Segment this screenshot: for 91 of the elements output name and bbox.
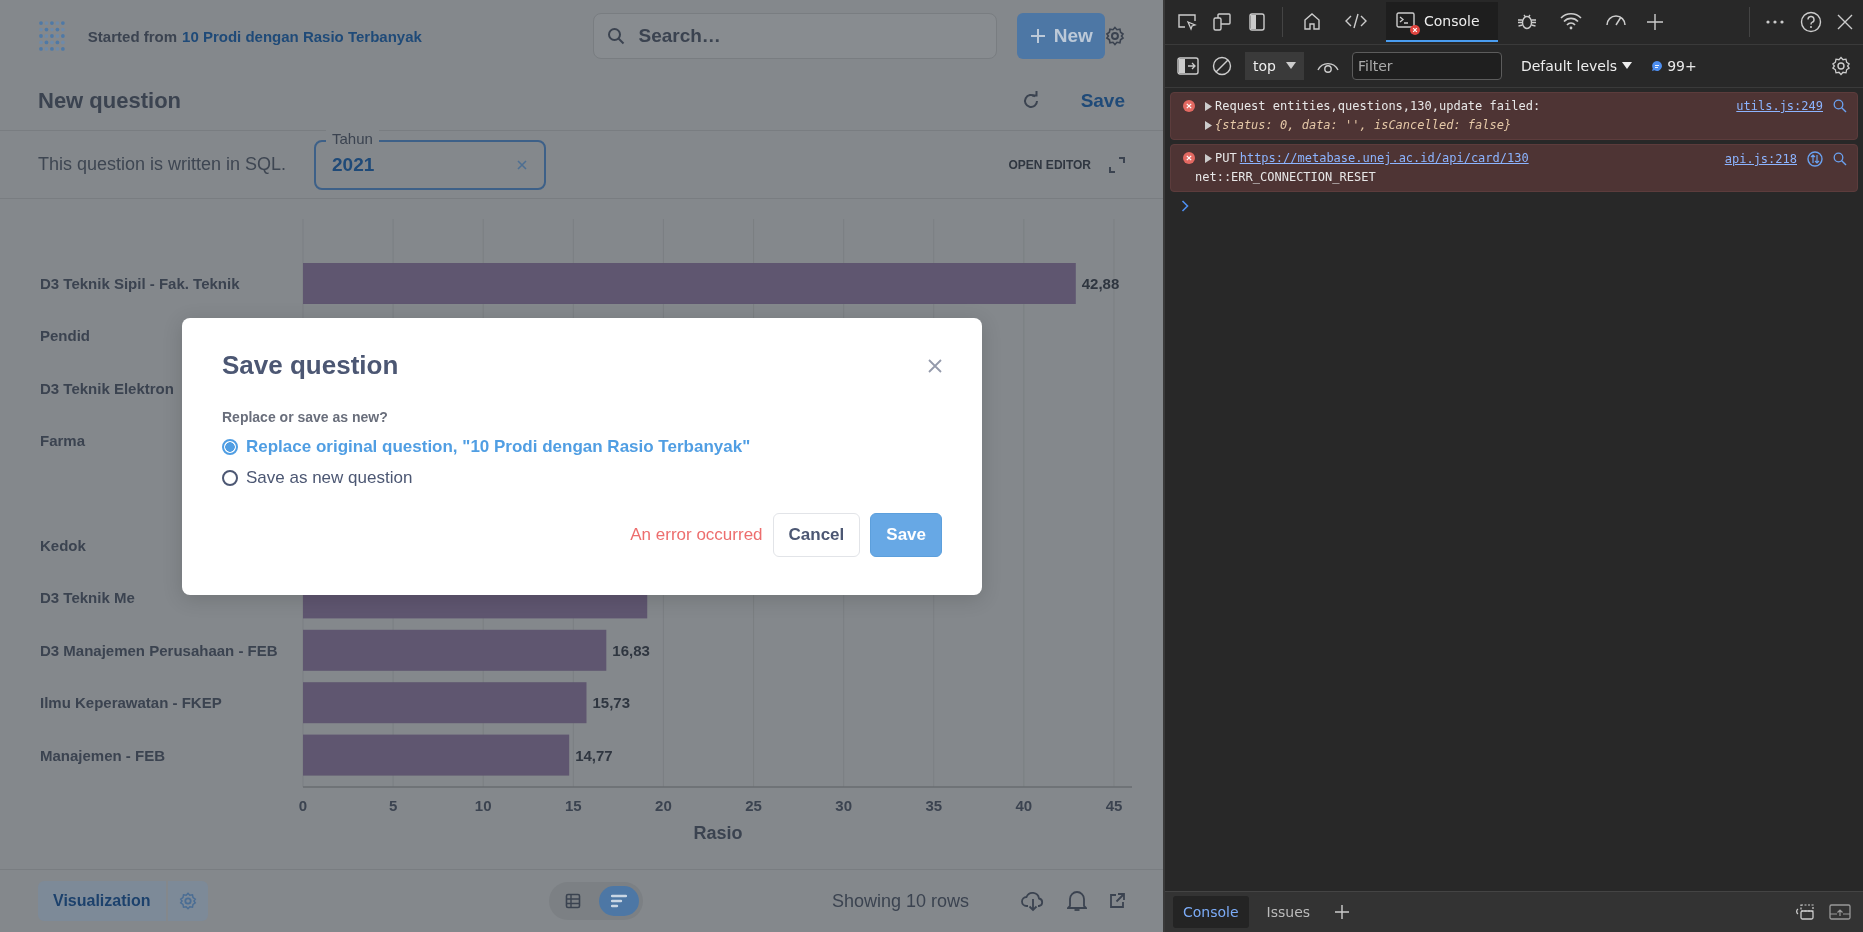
wifi-icon: [1559, 12, 1582, 30]
console-tab[interactable]: Console: [1386, 2, 1498, 42]
open-editor-button[interactable]: OPEN EDITOR: [1008, 157, 1091, 172]
tick-label: 45: [1105, 797, 1123, 814]
home-icon: [1302, 11, 1322, 31]
levels-dropdown[interactable]: Default levels: [1514, 57, 1639, 75]
external-link-icon[interactable]: [1109, 893, 1125, 909]
tick-label: 10: [474, 797, 492, 814]
screen-icon[interactable]: [1829, 903, 1851, 921]
visualization-button[interactable]: Visualization: [38, 881, 166, 921]
help-icon[interactable]: [1800, 11, 1822, 33]
clear-console-icon[interactable]: [1212, 56, 1232, 76]
context-dropdown[interactable]: top: [1245, 52, 1304, 80]
message-count: 99+: [1667, 58, 1697, 74]
category-label: Manajemen - FEB: [40, 746, 166, 764]
close-icon[interactable]: [1837, 14, 1853, 30]
expand-icon[interactable]: [1109, 156, 1125, 173]
message-text: net::ERR_CONNECTION_RESET: [1195, 169, 1376, 186]
bar-chart-icon: [610, 893, 627, 909]
source-link[interactable]: api.js:218: [1724, 152, 1797, 166]
radio-button[interactable]: [222, 469, 238, 486]
value-label: 16,83: [612, 641, 650, 659]
category-label: Pendid: [40, 327, 90, 345]
category-label: D3 Teknik Elektron: [40, 379, 174, 397]
plus-icon: [1029, 28, 1046, 44]
category-label: Ilmu Keperawatan - FKEP: [40, 694, 222, 712]
tick-label: 25: [745, 797, 762, 814]
drawer-tab[interactable]: Console: [1173, 896, 1249, 928]
sidebar-toggle-icon[interactable]: [1177, 57, 1199, 75]
search-icon[interactable]: [1833, 99, 1847, 113]
caret-icon: [1285, 62, 1296, 70]
category-label: D3 Teknik Me: [40, 589, 135, 607]
expand-arrow-icon[interactable]: [1205, 102, 1212, 111]
category-label: Kedok: [40, 537, 86, 554]
device-icon[interactable]: [1212, 12, 1232, 32]
message-text: Request entities,questions,130,update failed:: [1215, 98, 1541, 115]
network-request-icon[interactable]: [1807, 151, 1823, 167]
download-icon[interactable]: [1021, 890, 1045, 912]
code-icon: [1345, 11, 1367, 31]
settings-icon: [178, 892, 197, 910]
radio-label[interactable]: Replace original question, "10 Prodi dengan Rasio Terbanyak": [246, 436, 751, 457]
radio-button[interactable]: [222, 438, 238, 455]
sidebar-icon[interactable]: [1247, 12, 1267, 32]
dialog-title: Save question: [222, 350, 399, 381]
message-icon: [1651, 60, 1664, 72]
value-label: 42,88: [1081, 275, 1120, 292]
category-label: D3 Manajemen Perusahaan - FEB: [40, 641, 278, 659]
breadcrumb-text: Started from: [87, 27, 178, 45]
search-field[interactable]: Search…: [593, 13, 998, 59]
source-link[interactable]: utils.js:249: [1736, 99, 1823, 113]
error-message: An error occurred: [630, 525, 763, 545]
page-title: New question: [38, 88, 182, 114]
tick-label: 40: [1015, 797, 1033, 814]
category-label: Farma: [40, 432, 86, 450]
inspect-icon[interactable]: [1177, 12, 1197, 32]
expand-arrow-icon[interactable]: [1205, 154, 1212, 163]
plus-icon[interactable]: [1334, 904, 1351, 920]
tick-label: 20: [655, 797, 672, 814]
category-label: D3 Teknik Sipil - Fak. Teknik: [40, 275, 240, 292]
prompt-chevron-icon[interactable]: [1181, 200, 1190, 212]
axis-title: Rasio: [693, 823, 743, 843]
object-preview[interactable]: {status: 0, data: '', isCancelled: false}: [1215, 116, 1512, 135]
value-label: 14,77: [575, 746, 613, 764]
filter-input[interactable]: Filter: [1351, 52, 1502, 80]
tick-label: 15: [565, 797, 582, 814]
cancel-button[interactable]: Cancel: [772, 513, 861, 557]
sql-note: This question is written in SQL.: [38, 154, 288, 175]
dialog-prompt: Replace or save as new?: [222, 409, 389, 425]
table-icon: [564, 893, 581, 909]
tick-label: 0: [298, 797, 308, 814]
expand-arrow-icon[interactable]: [1205, 121, 1212, 130]
radio-label[interactable]: Save as new question: [246, 467, 413, 488]
search-icon[interactable]: [1833, 152, 1847, 166]
error-icon: [1183, 152, 1195, 164]
new-button[interactable]: New: [1017, 13, 1106, 59]
more-icon[interactable]: [1765, 19, 1785, 25]
drawer-tab[interactable]: Issues: [1256, 896, 1321, 928]
request-url-link[interactable]: https://metabase.unej.ac.id/api/card/130: [1239, 149, 1529, 168]
chart-view-button[interactable]: [598, 886, 639, 916]
tick-label: 35: [925, 797, 943, 814]
bell-icon[interactable]: [1067, 890, 1087, 912]
row-count: Showing 10 rows: [831, 890, 969, 912]
dock-icon[interactable]: [1793, 903, 1815, 921]
error-icon: [1183, 100, 1195, 112]
value-label: 15,73: [592, 694, 631, 712]
plus-icon[interactable]: [1645, 13, 1664, 31]
tick-label: 5: [388, 797, 398, 814]
search-icon: [607, 27, 626, 45]
request-method: PUT: [1215, 150, 1237, 167]
tick-label: 30: [835, 797, 852, 814]
caret-icon: [1622, 62, 1633, 70]
